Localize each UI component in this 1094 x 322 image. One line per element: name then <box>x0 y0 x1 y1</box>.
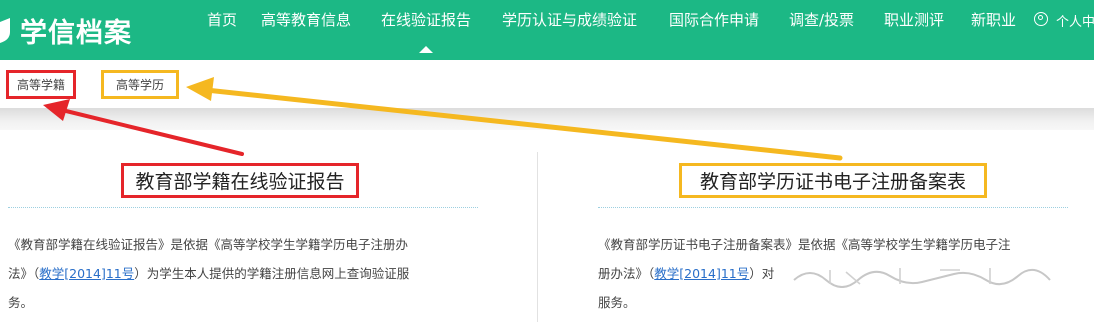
nav-home[interactable]: 首页 <box>207 9 237 30</box>
right-dotted-rule <box>598 207 1068 208</box>
right-desc-line: 《教育部学历证书电子注册备案表》是依据《高等学校学生学籍学历电子注 <box>598 237 1011 252</box>
nav-survey-vote[interactable]: 调查/投票 <box>789 9 854 30</box>
tab-higher-degree-label: 高等学历 <box>115 78 164 92</box>
nav-personal-center[interactable]: 个人中 <box>1056 11 1094 30</box>
enrollment-report-title: 教育部学籍在线验证报告 <box>121 163 359 198</box>
nav-career-assessment[interactable]: 职业测评 <box>884 9 944 30</box>
top-nav-bar: 学信档案 首页 高等教育信息 在线验证报告 学历认证与成绩验证 国际合作申请 调… <box>0 0 1094 60</box>
nav-new-career[interactable]: 新职业 <box>971 9 1016 30</box>
right-desc-line: 服务。 <box>598 295 636 310</box>
regulation-link[interactable]: 教学[2014]11号 <box>654 266 749 281</box>
site-logo-text: 学信档案 <box>20 17 132 49</box>
enrollment-report-description: 《教育部学籍在线验证报告》是依据《高等学校学生学籍学历电子注册办 法》（教学[2… <box>8 230 528 317</box>
left-desc-line: 务。 <box>8 295 34 310</box>
nav-degree-certification[interactable]: 学历认证与成绩验证 <box>502 9 637 30</box>
page: 学信档案 首页 高等教育信息 在线验证报告 学历认证与成绩验证 国际合作申请 调… <box>0 0 1094 322</box>
shield-logo-icon <box>0 18 10 43</box>
panel-divider <box>537 152 538 322</box>
nav-international-cooperation[interactable]: 国际合作申请 <box>669 9 759 30</box>
regulation-link[interactable]: 教学[2014]11号 <box>39 266 134 281</box>
left-desc-line: 法》（教学[2014]11号）为学生本人提供的学籍注册信息网上查询验证服 <box>8 266 410 281</box>
tab-higher-degree[interactable]: 高等学历 <box>101 70 179 99</box>
tab-higher-enrollment[interactable]: 高等学籍 <box>6 70 76 99</box>
watermark <box>793 268 1051 288</box>
degree-registration-title: 教育部学历证书电子注册备案表 <box>679 163 987 198</box>
user-icon[interactable] <box>1034 12 1048 26</box>
site-logo[interactable]: 学信档案 <box>0 0 132 60</box>
left-dotted-rule <box>8 207 478 208</box>
nav-online-verification-report[interactable]: 在线验证报告 <box>381 9 471 53</box>
nav-higher-education-info[interactable]: 高等教育信息 <box>261 9 351 30</box>
section-shadow <box>0 108 1094 130</box>
enrollment-report-title-text: 教育部学籍在线验证报告 <box>135 171 345 193</box>
left-desc-line: 《教育部学籍在线验证报告》是依据《高等学校学生学籍学历电子注册办 <box>8 237 409 252</box>
tab-higher-enrollment-label: 高等学籍 <box>16 78 65 92</box>
degree-registration-title-text: 教育部学历证书电子注册备案表 <box>699 171 966 193</box>
